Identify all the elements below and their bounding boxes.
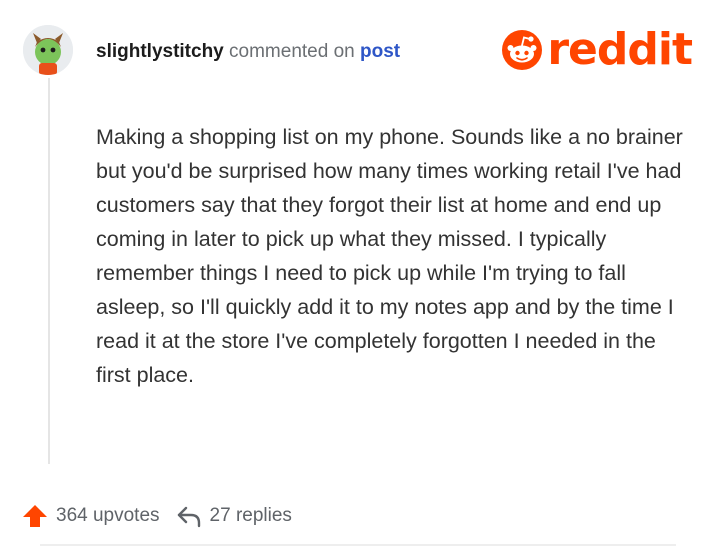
comment-footer: 364 upvotes 27 replies [22, 503, 292, 529]
avatar[interactable] [23, 25, 73, 75]
action-text: commented on [229, 41, 355, 62]
avatar-image [23, 25, 73, 75]
reddit-logo: reddit [501, 24, 693, 75]
comment-body: Making a shopping list on my phone. Soun… [96, 125, 683, 387]
thread-line [48, 78, 50, 464]
upvote-count: 364 upvotes [56, 505, 160, 526]
comment-header: slightlystitchy commented on post [96, 40, 400, 64]
reddit-snoo-icon [502, 30, 543, 70]
upvote-arrow-icon[interactable] [22, 503, 48, 529]
reply-arrow-icon[interactable] [176, 503, 202, 529]
brand-wordmark: reddit [547, 24, 693, 75]
username[interactable]: slightlystitchy [96, 41, 224, 62]
post-link[interactable]: post [360, 41, 400, 62]
reply-count[interactable]: 27 replies [210, 505, 292, 527]
